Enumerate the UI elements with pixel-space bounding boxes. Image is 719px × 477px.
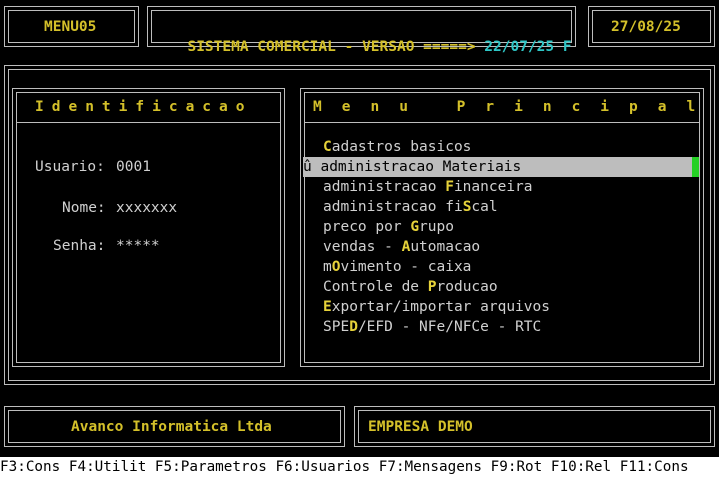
menu-item-text: administracao fi [323, 199, 463, 215]
menu-item[interactable]: Controle de Producao [323, 277, 498, 297]
text-cursor [692, 157, 699, 177]
current-date: 27/08/25 [611, 19, 681, 35]
identificacao-divider [16, 122, 281, 123]
version-text: 22/07/25 F [484, 39, 572, 55]
menu-item-selected[interactable]: û administracao Materiais [303, 157, 693, 177]
menu-item[interactable]: Cadastros basicos [323, 137, 471, 157]
menu-item-text: xportar/importar arquivos [331, 299, 550, 315]
menu-item-text: rupo [419, 219, 454, 235]
menu-item-text: cal [471, 199, 498, 215]
nome-label: Nome: [62, 200, 106, 216]
menu-item[interactable]: mOvimento - caixa [323, 257, 471, 277]
menu-item[interactable]: preco por Grupo [323, 217, 454, 237]
menu-divider [304, 122, 700, 123]
menu-item-hotkey: C [323, 139, 332, 155]
menu-item-hotkey: A [401, 239, 411, 255]
selection-marker: û [303, 159, 312, 175]
menu-item-text: utomacao [410, 239, 481, 255]
menu-item-text: inanceira [453, 179, 533, 195]
menu-item-text: SPE [323, 319, 350, 335]
menu-item-text: /EFD - NFe/NFCe - RTC [357, 319, 542, 335]
menu-item-text: administracao [323, 179, 446, 195]
usuario-label: Usuario: [35, 159, 105, 175]
menu-id: MENU05 [44, 19, 97, 35]
menu-item[interactable]: administracao fiScal [323, 197, 498, 217]
nome-value: xxxxxxx [116, 200, 178, 216]
menu-item-text: m [323, 259, 332, 275]
menu-item-text: preco por [323, 219, 411, 235]
menu-principal-title: Menu Principal [313, 99, 716, 115]
menu-item-hotkey: E [323, 299, 332, 315]
senha-label: Senha: [53, 238, 106, 254]
usuario-value: 0001 [116, 159, 151, 175]
menu-item-hotkey: P [427, 279, 437, 295]
menu-item-text: vimento - caixa [340, 259, 472, 275]
identificacao-title: Identificacao [35, 99, 253, 115]
senha-value: ***** [116, 238, 160, 254]
menu-item-label: administracao Materiais [320, 159, 522, 175]
menu-item[interactable]: Exportar/importar arquivos [323, 297, 550, 317]
menu-item-hotkey: D [349, 319, 358, 335]
menu-item-text: adastros basicos [331, 139, 472, 155]
company-name: Avanco Informatica Ltda [71, 419, 272, 435]
menu-item-hotkey: G [410, 219, 420, 235]
menu-item-text: Controle de [323, 279, 428, 295]
menu-item-text: roducao [436, 279, 498, 295]
menu-item[interactable]: vendas - Automacao [323, 237, 480, 257]
menu-item-hotkey: F [445, 179, 454, 195]
system-title: SISTEMA COMERCIAL - VERSAO =====> 22/07/… [170, 17, 572, 57]
menu-item[interactable]: administracao Financeira [323, 177, 533, 197]
system-title-text: SISTEMA COMERCIAL - VERSAO =====> [187, 39, 476, 55]
menu-item-text: vendas - [323, 239, 402, 255]
menu-item[interactable]: SPED/EFD - NFe/NFCe - RTC [323, 317, 541, 337]
empresa-name: EMPRESA DEMO [368, 419, 473, 435]
identificacao-panel [12, 88, 285, 367]
function-keys-bar[interactable]: F3:Cons F4:Utilit F5:Parametros F6:Usuar… [0, 457, 719, 477]
